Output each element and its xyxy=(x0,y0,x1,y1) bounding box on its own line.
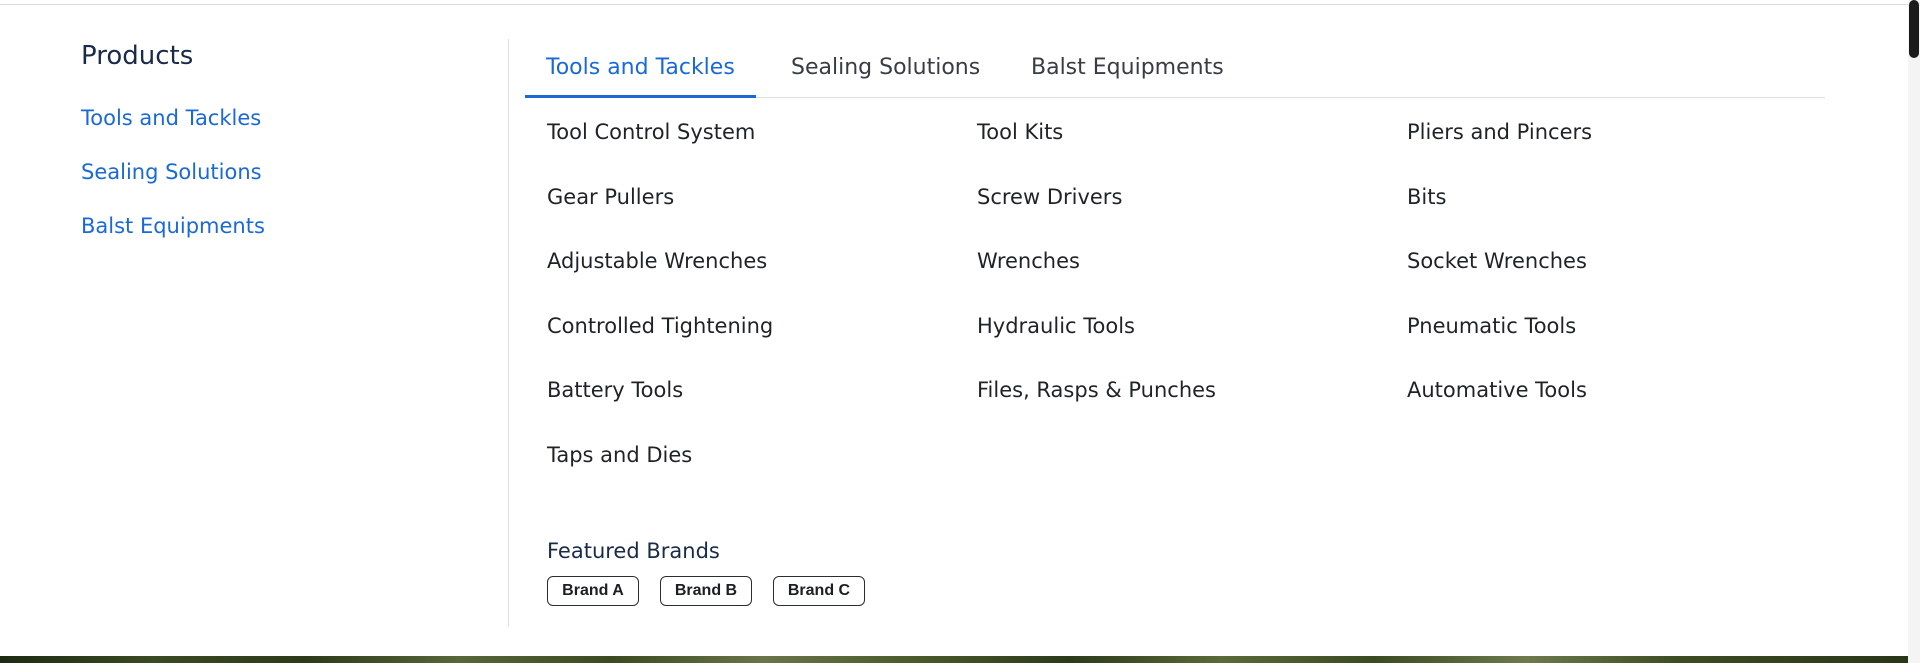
scrollbar-thumb[interactable] xyxy=(1909,0,1919,58)
menu-item-adjustable-wrenches[interactable]: Adjustable Wrenches xyxy=(547,247,977,312)
menu-item-taps-and-dies[interactable]: Taps and Dies xyxy=(547,441,977,506)
brand-b-button[interactable]: Brand B xyxy=(660,576,752,606)
tools-items-grid: Tool Control System Tool Kits Pliers and… xyxy=(547,118,1847,505)
sidebar-item-balst-equipments[interactable]: Balst Equipments xyxy=(81,212,461,240)
menu-item-battery-tools[interactable]: Battery Tools xyxy=(547,376,977,441)
hero-image-strip xyxy=(0,656,1908,663)
sidebar-item-sealing-solutions[interactable]: Sealing Solutions xyxy=(81,158,461,186)
scrollbar-track[interactable] xyxy=(1908,0,1920,663)
products-mega-menu: Products Tools and Tackles Sealing Solut… xyxy=(0,5,1908,656)
menu-item-wrenches[interactable]: Wrenches xyxy=(977,247,1407,312)
menu-item-screw-drivers[interactable]: Screw Drivers xyxy=(977,183,1407,248)
menu-item-tool-control-system[interactable]: Tool Control System xyxy=(547,118,977,183)
sidebar-item-tools-and-tackles[interactable]: Tools and Tackles xyxy=(81,104,461,132)
menu-item-tool-kits[interactable]: Tool Kits xyxy=(977,118,1407,183)
menu-item-gear-pullers[interactable]: Gear Pullers xyxy=(547,183,977,248)
featured-brands-list: Brand A Brand B Brand C xyxy=(547,576,865,606)
menu-item-controlled-tightening[interactable]: Controlled Tightening xyxy=(547,312,977,377)
menu-item-automative-tools[interactable]: Automative Tools xyxy=(1407,376,1837,441)
vertical-divider xyxy=(508,39,509,627)
menu-item-pneumatic-tools[interactable]: Pneumatic Tools xyxy=(1407,312,1837,377)
menu-item-bits[interactable]: Bits xyxy=(1407,183,1837,248)
brand-c-button[interactable]: Brand C xyxy=(773,576,865,606)
sidebar-title: Products xyxy=(81,41,194,71)
category-tabs: Tools and Tackles Sealing Solutions Bals… xyxy=(525,41,1825,98)
menu-item-socket-wrenches[interactable]: Socket Wrenches xyxy=(1407,247,1837,312)
tab-tools-and-tackles[interactable]: Tools and Tackles xyxy=(525,41,756,98)
tab-balst-equipments[interactable]: Balst Equipments xyxy=(1010,41,1245,95)
menu-item-files-rasps-punches[interactable]: Files, Rasps & Punches xyxy=(977,376,1407,441)
brand-a-button[interactable]: Brand A xyxy=(547,576,639,606)
menu-item-hydraulic-tools[interactable]: Hydraulic Tools xyxy=(977,312,1407,377)
menu-item-pliers-and-pincers[interactable]: Pliers and Pincers xyxy=(1407,118,1837,183)
products-sidebar: Products Tools and Tackles Sealing Solut… xyxy=(81,38,461,266)
tab-sealing-solutions[interactable]: Sealing Solutions xyxy=(770,41,1001,95)
featured-brands-title: Featured Brands xyxy=(547,539,720,563)
